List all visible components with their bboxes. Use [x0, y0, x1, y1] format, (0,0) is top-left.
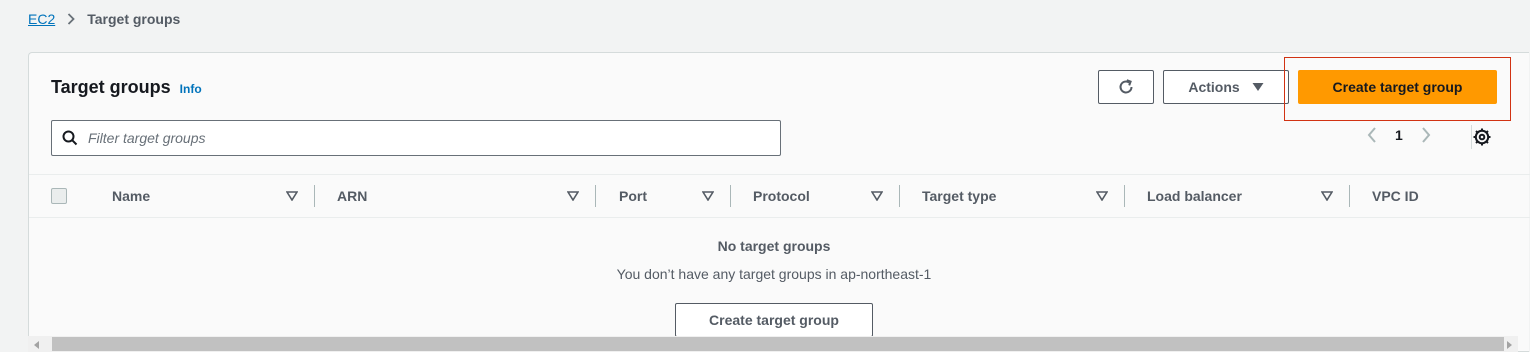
column-label: Protocol	[753, 188, 810, 204]
page-number[interactable]: 1	[1395, 127, 1403, 143]
filter-field[interactable]	[51, 120, 781, 156]
gear-icon[interactable]	[1472, 127, 1492, 147]
column-label: ARN	[337, 188, 368, 204]
sort-icon[interactable]	[1096, 175, 1108, 217]
page-title: Target groups	[51, 77, 171, 97]
filter-input[interactable]	[86, 129, 740, 147]
chevron-right-icon	[67, 13, 76, 25]
sort-icon[interactable]	[871, 175, 883, 217]
column-header-arn[interactable]: ARN	[337, 175, 367, 217]
select-all-checkbox[interactable]	[51, 188, 67, 204]
chevron-left-icon[interactable]	[1367, 127, 1377, 143]
empty-create-target-group-button[interactable]: Create target group	[675, 303, 873, 337]
sort-icon[interactable]	[286, 175, 298, 217]
target-groups-panel: Target groups Info Actions Create target…	[28, 52, 1530, 352]
scrollbar-thumb[interactable]	[52, 337, 1504, 351]
column-divider[interactable]	[1349, 185, 1350, 207]
caret-down-icon	[1252, 82, 1264, 92]
column-divider[interactable]	[1124, 185, 1125, 207]
column-header-protocol[interactable]: Protocol	[753, 175, 810, 217]
sort-icon[interactable]	[1321, 175, 1333, 217]
scroll-left-icon[interactable]	[34, 341, 40, 349]
actions-dropdown-button[interactable]: Actions	[1163, 70, 1289, 104]
column-divider[interactable]	[595, 185, 596, 207]
refresh-icon	[1117, 78, 1135, 96]
breadcrumb: EC2 Target groups	[28, 11, 180, 27]
scroll-right-icon[interactable]	[1506, 341, 1512, 349]
actions-label: Actions	[1188, 79, 1240, 95]
sort-icon[interactable]	[702, 175, 714, 217]
column-header-name[interactable]: Name	[112, 175, 150, 217]
info-link[interactable]: Info	[180, 82, 202, 96]
column-divider[interactable]	[730, 185, 731, 207]
column-header-vpc-id[interactable]: VPC ID	[1372, 175, 1419, 217]
column-header-port[interactable]: Port	[619, 175, 647, 217]
empty-state-title: No target groups	[717, 238, 831, 254]
column-label: VPC ID	[1372, 188, 1419, 204]
horizontal-scrollbar[interactable]	[28, 336, 1518, 352]
column-label: Name	[112, 188, 151, 204]
column-label: Target type	[922, 188, 997, 204]
table-header: Name ARN Port Protocol Target type Load …	[29, 174, 1530, 218]
empty-state-description: You don’t have any target groups in ap-n…	[616, 266, 932, 282]
column-header-load-balancer[interactable]: Load balancer	[1147, 175, 1242, 217]
chevron-right-icon[interactable]	[1421, 127, 1431, 143]
panel-header: Target groups Info	[51, 77, 202, 98]
pagination: 1	[1367, 127, 1431, 143]
column-label: Load balancer	[1147, 188, 1242, 204]
refresh-button[interactable]	[1098, 70, 1154, 104]
column-divider[interactable]	[314, 185, 315, 207]
breadcrumb-current: Target groups	[87, 11, 181, 27]
breadcrumb-ec2-link[interactable]: EC2	[28, 11, 55, 27]
column-divider[interactable]	[899, 185, 900, 207]
column-header-target-type[interactable]: Target type	[922, 175, 996, 217]
create-target-group-button[interactable]: Create target group	[1298, 70, 1497, 104]
column-label: Port	[619, 188, 647, 204]
sort-icon[interactable]	[567, 175, 579, 217]
search-icon	[62, 130, 78, 146]
empty-state: No target groups You don’t have any targ…	[29, 218, 1519, 282]
